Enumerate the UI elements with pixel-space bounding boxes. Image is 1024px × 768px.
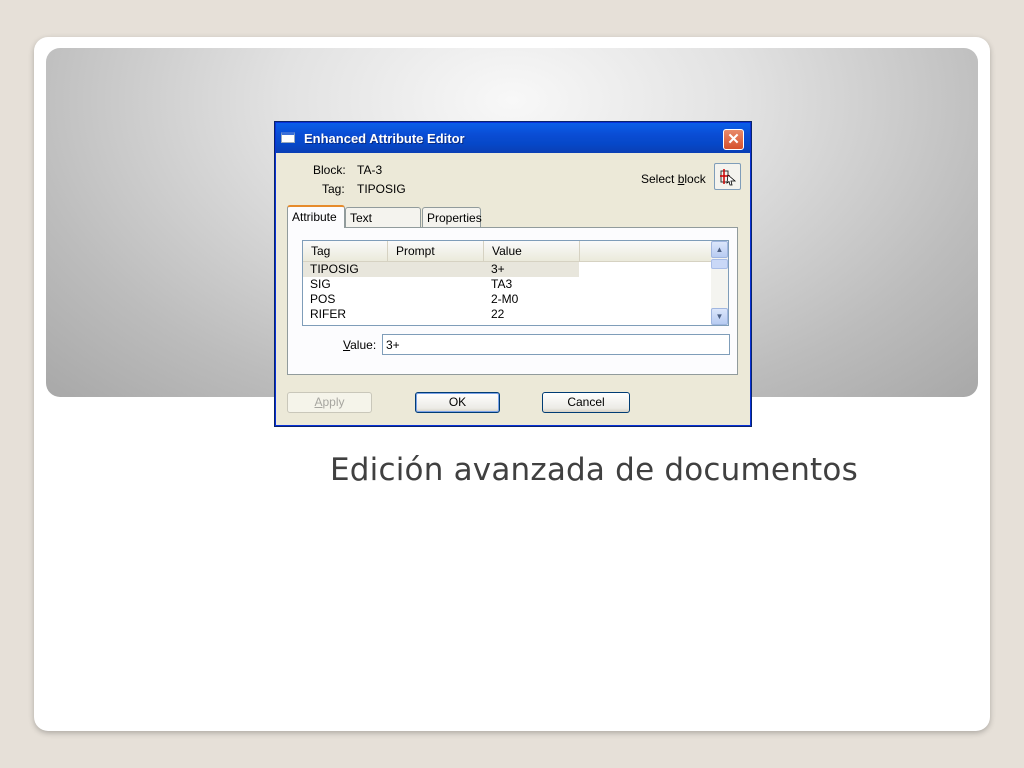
apply-button[interactable]: Apply	[287, 392, 372, 413]
scroll-down-button[interactable]: ▼	[711, 308, 728, 325]
cancel-button[interactable]: Cancel	[542, 392, 630, 413]
column-header-value[interactable]: Value	[484, 241, 580, 261]
row-value: 2-M0	[491, 292, 519, 306]
tag-value: TIPOSIG	[357, 182, 406, 196]
list-header: Tag Prompt Value	[303, 241, 713, 262]
row-tag: POS	[310, 292, 336, 306]
column-header-tag[interactable]: Tag	[303, 241, 388, 261]
close-button[interactable]: ✕	[723, 129, 744, 150]
row-tag: SIG	[310, 277, 331, 291]
attribute-tab-panel: Tag Prompt Value TIPOSIG 3+ SIG TA3 POS …	[287, 227, 738, 375]
select-block-label: Select block	[641, 172, 706, 186]
pick-cursor-icon	[719, 168, 736, 185]
row-value: TA3	[491, 277, 513, 291]
dialog-titlebar[interactable]: Enhanced Attribute Editor ✕	[276, 123, 750, 153]
tab-attribute[interactable]: Attribute	[287, 205, 345, 228]
enhanced-attribute-editor-dialog: Enhanced Attribute Editor ✕ Block: TA-3 …	[275, 122, 751, 426]
window-icon	[281, 132, 295, 143]
block-value: TA-3	[357, 163, 383, 177]
chevron-up-icon: ▲	[715, 245, 724, 254]
dialog-title: Enhanced Attribute Editor	[304, 131, 465, 146]
close-icon: ✕	[727, 131, 740, 148]
row-tag: TIPOSIG	[310, 262, 359, 276]
select-block-button[interactable]	[714, 163, 741, 190]
attributes-list[interactable]: Tag Prompt Value TIPOSIG 3+ SIG TA3 POS …	[302, 240, 729, 326]
tab-properties[interactable]: Properties	[422, 207, 482, 227]
table-row[interactable]: SIG TA3	[303, 277, 713, 292]
tag-label: Tag:	[322, 182, 345, 196]
value-input[interactable]	[382, 334, 730, 355]
slide-caption: Edición avanzada de documentos	[330, 452, 858, 488]
table-row[interactable]: TIPOSIG 3+	[303, 262, 713, 277]
row-tag: RIFER	[310, 307, 346, 321]
row-value: 3+	[491, 262, 505, 276]
ok-button[interactable]: OK	[415, 392, 500, 413]
table-row[interactable]: POS 2-M0	[303, 292, 713, 307]
column-header-prompt[interactable]: Prompt	[388, 241, 484, 261]
list-scrollbar[interactable]: ▲ ▼	[711, 241, 728, 325]
row-value: 22	[491, 307, 505, 321]
block-label: Block:	[313, 163, 346, 177]
chevron-down-icon: ▼	[715, 312, 724, 321]
table-row[interactable]: RIFER 22	[303, 307, 713, 322]
scroll-up-button[interactable]: ▲	[711, 241, 728, 258]
value-label: Value:	[343, 338, 377, 352]
scroll-thumb[interactable]	[711, 259, 728, 269]
tab-text-options[interactable]: Text Options	[345, 207, 421, 239]
